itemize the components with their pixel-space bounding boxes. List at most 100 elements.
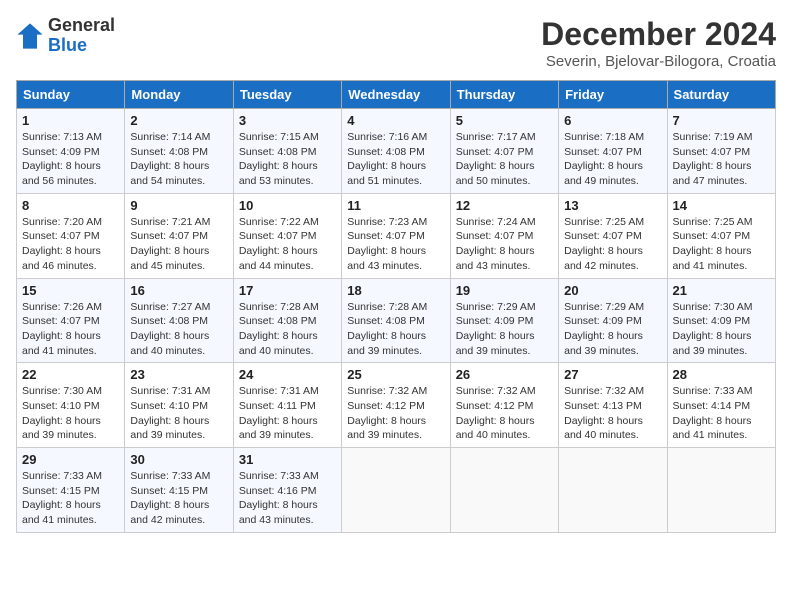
day-number: 25 bbox=[347, 367, 444, 382]
calendar-day-cell: 3 Sunrise: 7:15 AMSunset: 4:08 PMDaylight… bbox=[233, 109, 341, 194]
day-info: Sunrise: 7:33 AMSunset: 4:15 PMDaylight:… bbox=[22, 469, 119, 528]
day-number: 21 bbox=[673, 283, 770, 298]
day-info: Sunrise: 7:33 AMSunset: 4:14 PMDaylight:… bbox=[673, 384, 770, 443]
day-info: Sunrise: 7:21 AMSunset: 4:07 PMDaylight:… bbox=[130, 215, 227, 274]
day-info: Sunrise: 7:31 AMSunset: 4:10 PMDaylight:… bbox=[130, 384, 227, 443]
weekday-header-cell: Tuesday bbox=[233, 81, 341, 109]
day-number: 22 bbox=[22, 367, 119, 382]
day-info: Sunrise: 7:25 AMSunset: 4:07 PMDaylight:… bbox=[564, 215, 661, 274]
day-info: Sunrise: 7:18 AMSunset: 4:07 PMDaylight:… bbox=[564, 130, 661, 189]
day-number: 19 bbox=[456, 283, 553, 298]
day-info: Sunrise: 7:29 AMSunset: 4:09 PMDaylight:… bbox=[564, 300, 661, 359]
location-title: Severin, Bjelovar-Bilogora, Croatia bbox=[541, 53, 776, 70]
weekday-header-cell: Saturday bbox=[667, 81, 775, 109]
day-info: Sunrise: 7:17 AMSunset: 4:07 PMDaylight:… bbox=[456, 130, 553, 189]
day-number: 16 bbox=[130, 283, 227, 298]
day-number: 31 bbox=[239, 452, 336, 467]
calendar-table: SundayMondayTuesdayWednesdayThursdayFrid… bbox=[16, 80, 776, 533]
calendar-day-cell: 24Sunrise: 7:31 AMSunset: 4:11 PMDayligh… bbox=[233, 363, 341, 448]
day-number: 2 bbox=[130, 113, 227, 128]
calendar-day-cell: 8 Sunrise: 7:20 AMSunset: 4:07 PMDaylight… bbox=[17, 193, 125, 278]
day-number: 17 bbox=[239, 283, 336, 298]
calendar-day-cell: 2 Sunrise: 7:14 AMSunset: 4:08 PMDaylight… bbox=[125, 109, 233, 194]
day-info: Sunrise: 7:28 AMSunset: 4:08 PMDaylight:… bbox=[347, 300, 444, 359]
day-info: Sunrise: 7:24 AMSunset: 4:07 PMDaylight:… bbox=[456, 215, 553, 274]
calendar-day-cell: 1Sunrise: 7:13 AMSunset: 4:09 PMDaylight… bbox=[17, 109, 125, 194]
title-block: December 2024 Severin, Bjelovar-Bilogora… bbox=[541, 16, 776, 70]
logo-icon bbox=[16, 22, 44, 50]
weekday-header-cell: Sunday bbox=[17, 81, 125, 109]
day-number: 9 bbox=[130, 198, 227, 213]
day-info: Sunrise: 7:33 AMSunset: 4:16 PMDaylight:… bbox=[239, 469, 336, 528]
day-number: 8 bbox=[22, 198, 119, 213]
day-number: 14 bbox=[673, 198, 770, 213]
calendar-day-cell: 20 Sunrise: 7:29 AMSunset: 4:09 PMDayligh… bbox=[559, 278, 667, 363]
day-info: Sunrise: 7:32 AMSunset: 4:12 PMDaylight:… bbox=[456, 384, 553, 443]
weekday-header-cell: Thursday bbox=[450, 81, 558, 109]
calendar-day-cell: 10 Sunrise: 7:22 AMSunset: 4:07 PMDayligh… bbox=[233, 193, 341, 278]
calendar-day-cell: 5 Sunrise: 7:17 AMSunset: 4:07 PMDaylight… bbox=[450, 109, 558, 194]
calendar-day-cell: 6 Sunrise: 7:18 AMSunset: 4:07 PMDaylight… bbox=[559, 109, 667, 194]
day-number: 5 bbox=[456, 113, 553, 128]
calendar-day-cell: 16Sunrise: 7:27 AMSunset: 4:08 PMDayligh… bbox=[125, 278, 233, 363]
day-info: Sunrise: 7:15 AMSunset: 4:08 PMDaylight:… bbox=[239, 130, 336, 189]
calendar-week-row: 29 Sunrise: 7:33 AMSunset: 4:15 PMDayligh… bbox=[17, 448, 776, 533]
day-info: Sunrise: 7:25 AMSunset: 4:07 PMDaylight:… bbox=[673, 215, 770, 274]
calendar-day-cell: 15 Sunrise: 7:26 AMSunset: 4:07 PMDayligh… bbox=[17, 278, 125, 363]
day-info: Sunrise: 7:19 AMSunset: 4:07 PMDaylight:… bbox=[673, 130, 770, 189]
logo-general-text: General bbox=[48, 16, 115, 36]
day-number: 27 bbox=[564, 367, 661, 382]
day-number: 11 bbox=[347, 198, 444, 213]
day-number: 28 bbox=[673, 367, 770, 382]
calendar-day-cell bbox=[559, 448, 667, 533]
logo-blue-text: Blue bbox=[48, 36, 115, 56]
calendar-day-cell: 7Sunrise: 7:19 AMSunset: 4:07 PMDaylight… bbox=[667, 109, 775, 194]
day-number: 20 bbox=[564, 283, 661, 298]
day-number: 15 bbox=[22, 283, 119, 298]
calendar-day-cell: 21 Sunrise: 7:30 AMSunset: 4:09 PMDayligh… bbox=[667, 278, 775, 363]
calendar-day-cell: 19Sunrise: 7:29 AMSunset: 4:09 PMDayligh… bbox=[450, 278, 558, 363]
calendar-week-row: 15 Sunrise: 7:26 AMSunset: 4:07 PMDayligh… bbox=[17, 278, 776, 363]
day-info: Sunrise: 7:22 AMSunset: 4:07 PMDaylight:… bbox=[239, 215, 336, 274]
day-number: 18 bbox=[347, 283, 444, 298]
calendar-day-cell: 17Sunrise: 7:28 AMSunset: 4:08 PMDayligh… bbox=[233, 278, 341, 363]
calendar-body: 1Sunrise: 7:13 AMSunset: 4:09 PMDaylight… bbox=[17, 109, 776, 533]
calendar-day-cell: 14 Sunrise: 7:25 AMSunset: 4:07 PMDayligh… bbox=[667, 193, 775, 278]
calendar-day-cell: 22Sunrise: 7:30 AMSunset: 4:10 PMDayligh… bbox=[17, 363, 125, 448]
calendar-day-cell: 13Sunrise: 7:25 AMSunset: 4:07 PMDayligh… bbox=[559, 193, 667, 278]
day-info: Sunrise: 7:16 AMSunset: 4:08 PMDaylight:… bbox=[347, 130, 444, 189]
weekday-header-cell: Wednesday bbox=[342, 81, 450, 109]
day-number: 24 bbox=[239, 367, 336, 382]
day-info: Sunrise: 7:32 AMSunset: 4:13 PMDaylight:… bbox=[564, 384, 661, 443]
calendar-day-cell: 9 Sunrise: 7:21 AMSunset: 4:07 PMDaylight… bbox=[125, 193, 233, 278]
page-header: General Blue December 2024 Severin, Bjel… bbox=[16, 16, 776, 70]
calendar-week-row: 1Sunrise: 7:13 AMSunset: 4:09 PMDaylight… bbox=[17, 109, 776, 194]
day-number: 26 bbox=[456, 367, 553, 382]
day-info: Sunrise: 7:32 AMSunset: 4:12 PMDaylight:… bbox=[347, 384, 444, 443]
calendar-week-row: 8 Sunrise: 7:20 AMSunset: 4:07 PMDaylight… bbox=[17, 193, 776, 278]
calendar-day-cell bbox=[450, 448, 558, 533]
day-info: Sunrise: 7:20 AMSunset: 4:07 PMDaylight:… bbox=[22, 215, 119, 274]
day-number: 29 bbox=[22, 452, 119, 467]
weekday-header-cell: Monday bbox=[125, 81, 233, 109]
day-info: Sunrise: 7:33 AMSunset: 4:15 PMDaylight:… bbox=[130, 469, 227, 528]
calendar-day-cell: 28 Sunrise: 7:33 AMSunset: 4:14 PMDayligh… bbox=[667, 363, 775, 448]
day-number: 23 bbox=[130, 367, 227, 382]
day-info: Sunrise: 7:26 AMSunset: 4:07 PMDaylight:… bbox=[22, 300, 119, 359]
weekday-header-row: SundayMondayTuesdayWednesdayThursdayFrid… bbox=[17, 81, 776, 109]
day-number: 30 bbox=[130, 452, 227, 467]
day-number: 4 bbox=[347, 113, 444, 128]
day-info: Sunrise: 7:30 AMSunset: 4:09 PMDaylight:… bbox=[673, 300, 770, 359]
day-info: Sunrise: 7:14 AMSunset: 4:08 PMDaylight:… bbox=[130, 130, 227, 189]
calendar-day-cell: 27 Sunrise: 7:32 AMSunset: 4:13 PMDayligh… bbox=[559, 363, 667, 448]
day-number: 3 bbox=[239, 113, 336, 128]
day-number: 10 bbox=[239, 198, 336, 213]
calendar-day-cell: 23 Sunrise: 7:31 AMSunset: 4:10 PMDayligh… bbox=[125, 363, 233, 448]
weekday-header-cell: Friday bbox=[559, 81, 667, 109]
calendar-day-cell: 4 Sunrise: 7:16 AMSunset: 4:08 PMDaylight… bbox=[342, 109, 450, 194]
calendar-day-cell bbox=[342, 448, 450, 533]
logo: General Blue bbox=[16, 16, 115, 56]
calendar-day-cell bbox=[667, 448, 775, 533]
day-number: 6 bbox=[564, 113, 661, 128]
day-info: Sunrise: 7:23 AMSunset: 4:07 PMDaylight:… bbox=[347, 215, 444, 274]
